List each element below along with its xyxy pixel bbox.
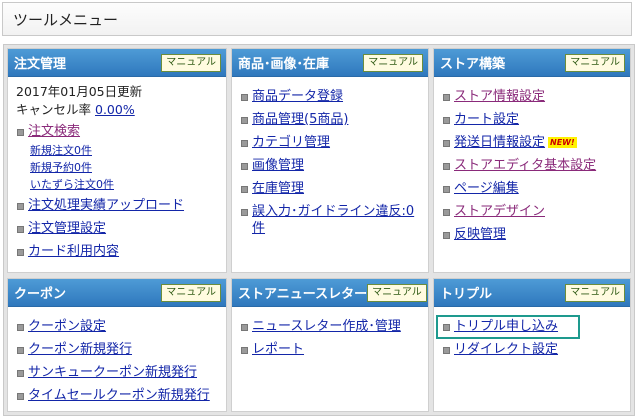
list-item: 注文管理設定 — [16, 220, 218, 237]
order-status-list: 新規注文0件 新規予約0件 いたずら注文0件 — [30, 142, 218, 193]
order-panel: 注文管理 マニュアル 2017年01月05日更新 キャンセル率 0.00% 注文… — [7, 48, 227, 273]
product-manage-link[interactable]: 商品管理(5商品) — [252, 112, 348, 127]
order-settings-link[interactable]: 注文管理設定 — [28, 221, 106, 236]
coupon-new-link[interactable]: クーポン新規発行 — [28, 342, 132, 357]
triple-apply-link[interactable]: トリプル申し込み — [454, 319, 558, 334]
newsletter-manual-button[interactable]: マニュアル — [367, 283, 427, 302]
store-design-link[interactable]: ストアデザイン — [454, 204, 545, 219]
cart-settings-link[interactable]: カート設定 — [454, 112, 519, 127]
newsletter-panel-header: ストアニュースレター マニュアル — [232, 279, 428, 307]
card-usage-link[interactable]: カード利用内容 — [28, 244, 119, 259]
reflect-manage-link[interactable]: 反映管理 — [454, 227, 506, 242]
trouble-manual-button[interactable]: マニュアル — [565, 283, 625, 302]
trouble-panel: トリプル マニュアル トリプル申し込み リダイレクト設定 — [433, 278, 631, 412]
list-item: 商品データ登録 — [240, 88, 420, 105]
product-panel: 商品･画像･在庫 マニュアル 商品データ登録 商品管理(5商品) カテゴリ管理 … — [231, 48, 429, 273]
list-item: トリプル申し込み — [442, 318, 622, 335]
store-panel-header: ストア構築 マニュアル — [434, 49, 630, 77]
list-item: 画像管理 — [240, 157, 420, 174]
list-item: 発送日情報設定 NEW! — [442, 134, 622, 151]
product-manual-button[interactable]: マニュアル — [363, 53, 423, 72]
cancel-rate-row: キャンセル率 0.00% — [16, 101, 218, 119]
list-item: 誤入力･ガイドライン違反:0件 — [240, 203, 420, 237]
product-panel-header: 商品･画像･在庫 マニュアル — [232, 49, 428, 77]
store-editor-link[interactable]: ストアエディタ基本設定 — [454, 158, 596, 173]
newsletter-report-link[interactable]: レポート — [252, 342, 304, 357]
tool-menu-grid: 注文管理 マニュアル 2017年01月05日更新 キャンセル率 0.00% 注文… — [3, 44, 635, 416]
order-panel-title: 注文管理 — [14, 57, 67, 72]
coupon-manual-button[interactable]: マニュアル — [161, 283, 221, 302]
list-item: サンキュークーポン新規発行 — [16, 364, 218, 381]
list-item: ストア情報設定 — [442, 88, 622, 105]
prank-order-link[interactable]: いたずら注文0件 — [30, 178, 114, 191]
page-edit-link[interactable]: ページ編集 — [454, 181, 519, 196]
cancel-rate-label: キャンセル率 — [16, 102, 92, 117]
thankyou-coupon-link[interactable]: サンキュークーポン新規発行 — [28, 365, 197, 380]
list-item: 反映管理 — [442, 226, 622, 243]
store-panel-title: ストア構築 — [440, 57, 506, 72]
order-search-link[interactable]: 注文検索 — [28, 124, 80, 139]
list-item: タイムセールクーポン新規発行 — [16, 387, 218, 404]
timesale-coupon-link[interactable]: タイムセールクーポン新規発行 — [28, 388, 210, 403]
list-item: レポート — [240, 341, 420, 358]
list-item: ストアデザイン — [442, 203, 622, 220]
new-reservation-link[interactable]: 新規予約0件 — [30, 161, 92, 174]
order-panel-header: 注文管理 マニュアル — [8, 49, 226, 77]
order-upload-link[interactable]: 注文処理実績アップロード — [28, 198, 184, 213]
trouble-panel-title: トリプル — [440, 287, 493, 302]
category-manage-link[interactable]: カテゴリ管理 — [252, 135, 330, 150]
store-manual-button[interactable]: マニュアル — [565, 53, 625, 72]
inventory-manage-link[interactable]: 在庫管理 — [252, 181, 304, 196]
list-item: ページ編集 — [442, 180, 622, 197]
list-item: 注文処理実績アップロード — [16, 197, 218, 214]
new-badge: NEW! — [548, 137, 577, 148]
list-item: クーポン設定 — [16, 318, 218, 335]
store-panel: ストア構築 マニュアル ストア情報設定 カート設定 発送日情報設定 NEW! スト… — [433, 48, 631, 273]
product-panel-title: 商品･画像･在庫 — [238, 57, 330, 72]
newsletter-create-link[interactable]: ニュースレター作成･管理 — [252, 319, 401, 334]
list-item: カート設定 — [442, 111, 622, 128]
order-manual-button[interactable]: マニュアル — [161, 53, 221, 72]
order-update-date: 2017年01月05日更新 — [16, 84, 143, 99]
list-item: リダイレクト設定 — [442, 341, 622, 358]
list-item: クーポン新規発行 — [16, 341, 218, 358]
store-info-link[interactable]: ストア情報設定 — [454, 89, 545, 104]
new-order-link[interactable]: 新規注文0件 — [30, 144, 92, 157]
cancel-rate-link[interactable]: 0.00% — [95, 102, 135, 117]
newsletter-panel-title: ストアニュースレター — [238, 287, 368, 302]
list-item: 在庫管理 — [240, 180, 420, 197]
guideline-violation-link[interactable]: 誤入力･ガイドライン違反:0件 — [252, 204, 414, 236]
list-item: ニュースレター作成･管理 — [240, 318, 420, 335]
list-item: カテゴリ管理 — [240, 134, 420, 151]
coupon-settings-link[interactable]: クーポン設定 — [28, 319, 106, 334]
redirect-settings-link[interactable]: リダイレクト設定 — [454, 342, 558, 357]
coupon-panel-header: クーポン マニュアル — [8, 279, 226, 307]
newsletter-panel: ストアニュースレター マニュアル ニュースレター作成･管理 レポート — [231, 278, 429, 412]
page-title: ツールメニュー — [2, 2, 632, 36]
list-item: ストアエディタ基本設定 — [442, 157, 622, 174]
list-item: カード利用内容 — [16, 243, 218, 260]
shipping-date-link[interactable]: 発送日情報設定 — [454, 135, 545, 150]
list-item: 注文検索 — [16, 123, 218, 140]
coupon-panel-title: クーポン — [14, 287, 67, 302]
list-item: 商品管理(5商品) — [240, 111, 420, 128]
image-manage-link[interactable]: 画像管理 — [252, 158, 304, 173]
trouble-panel-header: トリプル マニュアル — [434, 279, 630, 307]
product-register-link[interactable]: 商品データ登録 — [252, 89, 343, 104]
coupon-panel: クーポン マニュアル クーポン設定 クーポン新規発行 サンキュークーポン新規発行… — [7, 278, 227, 412]
